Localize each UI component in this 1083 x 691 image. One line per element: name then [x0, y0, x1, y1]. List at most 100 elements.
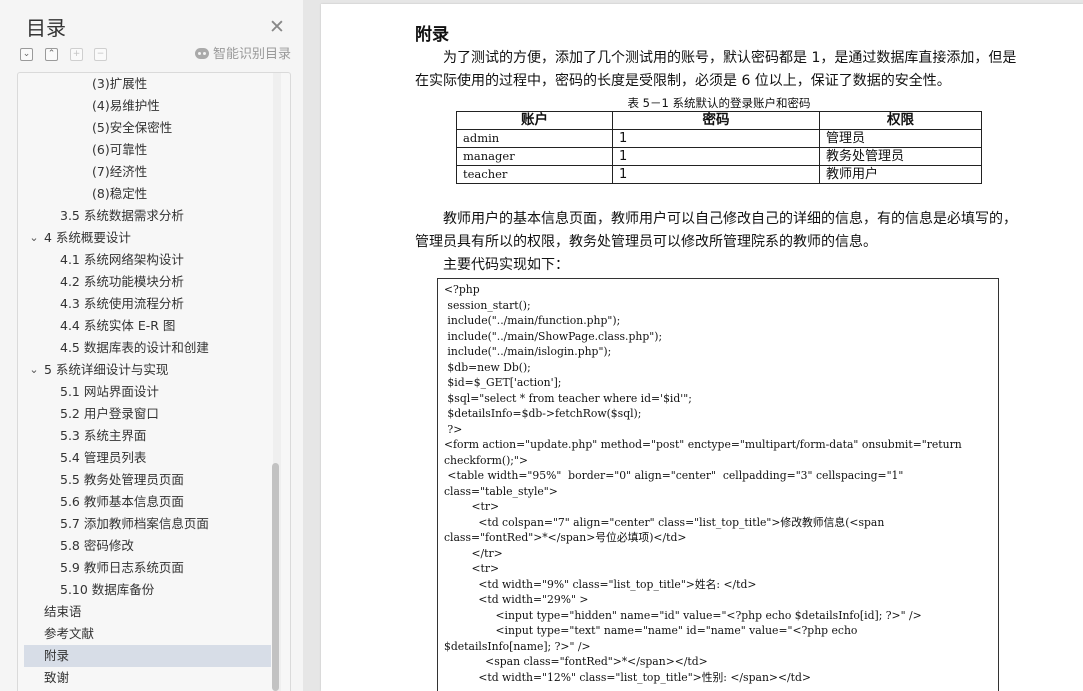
expand-all-icon[interactable]: ⌃ — [45, 48, 58, 61]
chevron-down-icon[interactable]: ⌄ — [27, 359, 41, 381]
paragraph-2-line-2: 管理员具有所以的权限，教务处管理员可以修改所管理院系的教师的信息。 — [415, 234, 877, 250]
chevron-down-icon[interactable]: ⌄ — [27, 227, 41, 249]
table-cell-role: 教务处管理员 — [819, 147, 982, 166]
table-row: admin 1 管理员 — [456, 129, 982, 148]
table-cell-password: 1 — [612, 165, 820, 184]
table-cell-password: 1 — [612, 147, 820, 166]
toc-item-label: 结束语 — [44, 604, 82, 619]
paragraph-2-line-1: 教师用户的基本信息页面，教师用户可以自己修改自己的详细的信息，有的信息是必填写的… — [443, 211, 1017, 227]
smart-toc-button[interactable]: 智能识别目录 — [195, 46, 291, 64]
toc-item[interactable]: 5.3 系统主界面 — [60, 425, 146, 447]
toc-item-label: (3)扩展性 — [92, 76, 148, 91]
code-line: ?> — [444, 422, 463, 436]
toc-item[interactable]: (5)安全保密性 — [92, 117, 172, 139]
paragraph-3: 主要代码实现如下： — [443, 257, 569, 273]
toc-item[interactable]: 5.7 添加教师档案信息页面 — [60, 513, 209, 535]
table-row: manager 1 教务处管理员 — [456, 147, 982, 166]
toc-item[interactable]: 4.3 系统使用流程分析 — [60, 293, 184, 315]
toc-item[interactable]: (3)扩展性 — [92, 73, 147, 95]
code-line: $id=$_GET['action']; — [444, 376, 562, 389]
toc-item-label: 4.4 系统实体 E-R 图 — [60, 318, 176, 333]
code-line: <td width="12%" class="list_top_title">性… — [444, 670, 811, 684]
toc-item-label: 4 系统概要设计 — [44, 230, 131, 245]
toc-item-label: 4.2 系统功能模块分析 — [60, 274, 184, 289]
toc-item-label: 附录 — [44, 648, 70, 663]
code-line: <input type="text" name="name" id="name"… — [444, 624, 858, 637]
toc-list: (3)扩展性 (4)易维护性 (5)安全保密性 (6)可靠性 (7)经济性 (8)稳定性 3… — [17, 73, 273, 691]
table-cell-account: manager — [456, 147, 613, 166]
collapse-all-icon[interactable]: ⌄ — [20, 48, 33, 61]
remove-level-icon[interactable]: − — [94, 48, 107, 61]
toc-item-label: 5.8 密码修改 — [60, 538, 134, 553]
table-cell-password: 1 — [612, 129, 820, 148]
toc-item[interactable]: 参考文献 — [44, 623, 94, 645]
code-line: checkform();"> — [444, 453, 528, 467]
close-icon[interactable]: ✕ — [267, 17, 287, 37]
toc-item[interactable]: (8)稳定性 — [92, 183, 147, 205]
table-cell-role: 教师用户 — [819, 165, 982, 184]
toc-scrollbar-thumb[interactable] — [272, 463, 279, 691]
code-line: <table width="95%" border="0" align="cen… — [444, 469, 904, 482]
toc-item[interactable]: 5.4 管理员列表 — [60, 447, 146, 469]
toc-item[interactable]: 4.2 系统功能模块分析 — [60, 271, 184, 293]
toc-item-label: 致谢 — [44, 670, 70, 685]
table-header-cell: 账户 — [456, 111, 613, 130]
toc-item-label: 5.6 教师基本信息页面 — [60, 494, 184, 509]
table-row: teacher 1 教师用户 — [456, 165, 982, 184]
toc-item[interactable]: 4.4 系统实体 E-R 图 — [60, 315, 175, 337]
sidebar-title: 目录 — [26, 16, 66, 40]
code-line: </tr> — [444, 546, 503, 560]
table-cell-role: 管理员 — [819, 129, 982, 148]
toc-item[interactable]: (7)经济性 — [92, 161, 147, 183]
code-block: <?php session_start(); include("../main/… — [437, 278, 999, 691]
code-line: $db=new Db(); — [444, 360, 531, 374]
code-line: <tr> — [444, 562, 500, 575]
toc-item-label: 5.4 管理员列表 — [60, 450, 147, 465]
toc-chapter[interactable]: ⌄ 5 系统详细设计与实现 — [29, 359, 168, 381]
smart-toc-label: 智能识别目录 — [213, 47, 292, 62]
toc-item[interactable]: 5.2 用户登录窗口 — [60, 403, 159, 425]
toc-item[interactable]: 5.9 教师日志系统页面 — [60, 557, 184, 579]
toc-item[interactable]: 4.5 数据库表的设计和创建 — [60, 337, 209, 359]
toc-item-label: 4.1 系统网络架构设计 — [60, 252, 184, 267]
code-line: <tr> — [444, 500, 500, 513]
toc-item-label: 5.7 添加教师档案信息页面 — [60, 516, 209, 531]
section-heading: 附录 — [415, 25, 449, 45]
code-line: include("../main/ShowPage.class.php"); — [444, 329, 663, 343]
code-line: $detailsInfo[name]; ?>" /> — [444, 639, 591, 653]
toc-item-label: (7)经济性 — [92, 164, 148, 179]
code-line: session_start(); — [444, 298, 531, 312]
toc-item[interactable]: 5.10 数据库备份 — [60, 579, 154, 601]
toc-item-label: 参考文献 — [44, 626, 95, 641]
table-cell-account: admin — [456, 129, 613, 148]
toc-item[interactable]: 5.5 教务处管理员页面 — [60, 469, 184, 491]
toc-item[interactable]: 5.6 教师基本信息页面 — [60, 491, 184, 513]
table-header-row: 账户 密码 权限 — [456, 111, 982, 130]
code-line: <?php — [444, 283, 480, 296]
toc-item[interactable]: 5.8 密码修改 — [60, 535, 134, 557]
code-line: class="fontRed">*</span>号位必填项)</td> — [444, 531, 687, 544]
toc-item-label: 3.5 系统数据需求分析 — [60, 208, 184, 223]
toc-item-label: 4.3 系统使用流程分析 — [60, 296, 184, 311]
ai-robot-icon — [195, 48, 209, 59]
toc-item[interactable]: 结束语 — [44, 601, 82, 623]
toc-item[interactable]: 致谢 — [44, 667, 69, 689]
toc-item-label: 5.10 数据库备份 — [60, 582, 155, 597]
toc-item[interactable]: 4.1 系统网络架构设计 — [60, 249, 184, 271]
table-header-cell: 权限 — [819, 111, 982, 130]
add-level-icon[interactable]: + — [70, 48, 83, 61]
toc-item[interactable]: 附录 — [24, 645, 271, 667]
toc-item[interactable]: (4)易维护性 — [92, 95, 160, 117]
toc-item-label: 5.2 用户登录窗口 — [60, 406, 159, 421]
toc-chapter[interactable]: ⌄ 4 系统概要设计 — [29, 227, 131, 249]
toc-item[interactable]: (6)可靠性 — [92, 139, 147, 161]
toc-item[interactable]: 3.5 系统数据需求分析 — [60, 205, 184, 227]
toc-item-label: 5.5 教务处管理员页面 — [60, 472, 184, 487]
code-line: <span class="fontRed">*</span></td> — [444, 655, 708, 668]
code-line: <form action="update.php" method="post" … — [444, 438, 962, 451]
paragraph-1-line-1: 为了测试的方便，添加了几个测试用的账号，默认密码都是 1，是通过数据库直接添加，… — [443, 50, 1017, 66]
accounts-table: 账户 密码 权限 admin 1 管理员 manager 1 教务处管理员 te… — [456, 111, 982, 184]
toc-item-label: 5.3 系统主界面 — [60, 428, 147, 443]
toc-item[interactable]: 5.1 网站界面设计 — [60, 381, 159, 403]
code-line: include("../main/function.php"); — [444, 314, 621, 327]
